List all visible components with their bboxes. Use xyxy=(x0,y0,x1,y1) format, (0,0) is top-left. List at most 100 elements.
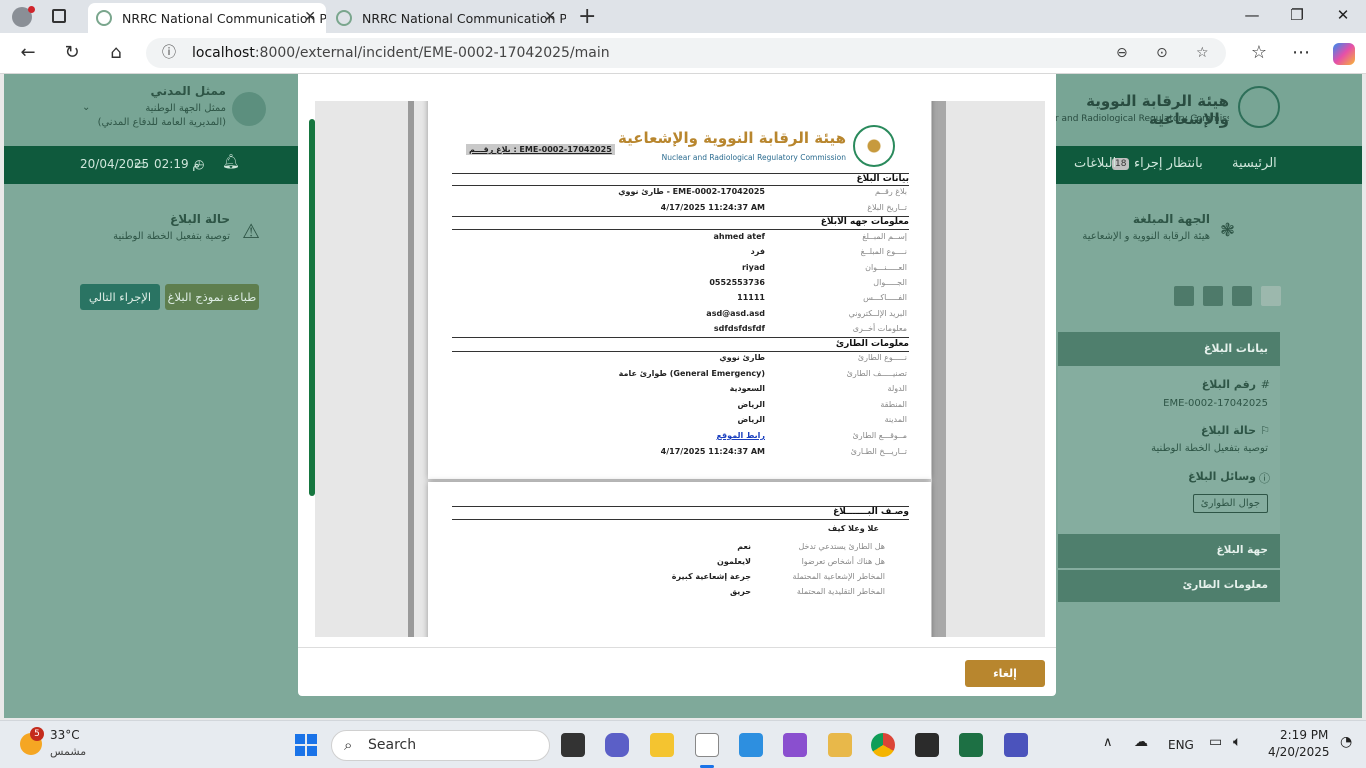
tab-2[interactable]: NRRC National Communication P ✕ xyxy=(328,3,566,33)
report-field-label: تصنيـــــف الطارئ xyxy=(846,368,907,378)
back-icon[interactable]: ← xyxy=(15,42,41,63)
bell-icon[interactable]: 🔔︎ xyxy=(222,154,240,170)
browser-tab-bar: NRRC National Communication P ✕ NRRC Nat… xyxy=(0,0,1366,33)
report-field-label: المخاطر الإشعاعية المحتملة xyxy=(792,572,885,581)
home-icon[interactable]: ⌂ xyxy=(103,42,129,63)
report-status-value: توصية بتفعيل الخطة الوطنية xyxy=(1151,443,1268,454)
refresh-icon[interactable]: ↻ xyxy=(59,42,85,63)
divider xyxy=(452,173,909,174)
site-info-icon[interactable]: ⓘ xyxy=(162,38,176,68)
side-header-text: بيانات البلاغ xyxy=(1203,342,1268,355)
restore-icon[interactable]: ❐ xyxy=(1282,6,1312,24)
report-number-badge: بلاغ رقـــم : EME-0002-17042025 xyxy=(466,144,615,155)
report-field-label: بلاغ رقــم xyxy=(874,187,907,196)
report-field-label: الجـــــوال xyxy=(873,277,907,287)
vscode-icon[interactable] xyxy=(739,733,763,757)
paint-icon[interactable] xyxy=(828,733,852,757)
next-action-button[interactable]: الإجراء التالي xyxy=(80,284,160,310)
more-tools-icon[interactable]: ⊙ xyxy=(1156,38,1168,68)
user-avatar[interactable] xyxy=(232,92,266,126)
report-field-value: طارئ نووي - EME-0002-17042025 xyxy=(618,187,765,196)
page-shadow-right xyxy=(932,101,946,637)
tab-2-title: NRRC National Communication P xyxy=(362,10,566,26)
excel-icon[interactable] xyxy=(959,733,983,757)
report-means-label: وسائل البلاغ xyxy=(1188,470,1256,483)
taskbar-search[interactable]: ⌕ Search xyxy=(331,730,550,761)
clock-time[interactable]: 2:19 PM xyxy=(1280,728,1328,742)
close-tab-icon[interactable]: ✕ xyxy=(544,9,556,25)
help-icon: ⓘ xyxy=(1259,472,1270,485)
report-field-label: تــاريـــخ الطـارئ xyxy=(850,446,907,456)
report-status-label: حالة البلاغ xyxy=(1201,424,1256,437)
nrrc-favicon-icon xyxy=(96,10,112,26)
time-text: 02:19 م xyxy=(154,157,200,171)
favorites-icon[interactable]: ☆ xyxy=(1246,42,1272,63)
view-toggle-doc-icon[interactable] xyxy=(1203,286,1223,306)
report-field-label: البريد الإلــكتروني xyxy=(848,308,907,318)
search-icon: ⌕ xyxy=(344,736,353,754)
report-field-label: معلومات أخــرى xyxy=(852,323,907,333)
flag-icon: ⚐ xyxy=(1260,424,1270,437)
nav-home[interactable]: الرئيسية xyxy=(1232,156,1277,171)
clock-date[interactable]: 4/20/2025 xyxy=(1268,745,1330,759)
meet-icon[interactable] xyxy=(605,733,629,757)
report-field-value: asd@asd.asd xyxy=(706,308,765,318)
notifications-icon[interactable]: ◔ xyxy=(1340,734,1352,750)
zoom-icon[interactable]: ⊖ xyxy=(1116,38,1128,68)
start-icon[interactable] xyxy=(295,734,317,756)
file-explorer-icon[interactable] xyxy=(650,733,674,757)
minimize-icon[interactable]: — xyxy=(1237,6,1267,24)
url-field[interactable]: ⓘ localhost:8000/external/incident/EME-0… xyxy=(146,38,1226,68)
clock-icon: ◷ xyxy=(194,157,205,171)
report-field-value: فرد xyxy=(750,247,765,257)
report-field-label: الدولة xyxy=(887,384,907,394)
report-side-card: بيانات البلاغ رقم البلاغ # EME-0002-1704… xyxy=(1058,332,1280,602)
report-field-value[interactable]: رابط الموقع xyxy=(716,431,765,440)
tray-chevron-icon[interactable]: ∧ xyxy=(1103,735,1113,750)
view-toggle-list-icon[interactable] xyxy=(1174,286,1194,306)
view-toggle-users-icon[interactable] xyxy=(1232,286,1252,306)
display-icon[interactable]: ▭ xyxy=(1209,734,1222,750)
close-window-icon[interactable]: ✕ xyxy=(1328,6,1358,24)
user-org: (المديرية العامة للدفاع المدني) xyxy=(97,117,226,128)
view-toggle-file-icon[interactable] xyxy=(1261,286,1281,306)
chrome-icon[interactable] xyxy=(871,733,895,757)
notepad-icon[interactable] xyxy=(695,733,719,757)
visual-studio-icon[interactable] xyxy=(783,733,807,757)
report-field-label: نــــوع المبلــغ xyxy=(860,247,907,257)
report-field-label: تــاريخ البلاغ xyxy=(867,203,907,212)
calendar-icon: ▭ xyxy=(134,157,146,171)
copilot-icon[interactable] xyxy=(1333,43,1355,65)
report-field-value: ahmed atef xyxy=(713,232,766,241)
emergency-info-row-label: معلومات الطارئ xyxy=(1182,579,1268,591)
menu-icon[interactable]: ⋯ xyxy=(1288,42,1314,63)
tab-actions-icon[interactable] xyxy=(52,9,66,23)
new-tab-icon[interactable]: + xyxy=(578,4,596,29)
volume-icon[interactable]: 🔈︎ xyxy=(1233,734,1241,750)
warning-icon: ⚠ xyxy=(242,219,260,243)
modal-footer-divider xyxy=(298,647,1056,648)
report-field-value: 4/17/2025 11:24:37 AM xyxy=(660,203,765,212)
nav-pending[interactable]: بانتظار إجراء xyxy=(1134,156,1203,171)
terminal-icon[interactable] xyxy=(915,733,939,757)
nrrc-favicon-icon xyxy=(336,10,352,26)
chevron-down-icon[interactable]: ⌄ xyxy=(82,102,90,113)
teams-icon[interactable] xyxy=(1004,733,1028,757)
reporter-subtitle: هيئة الرقابة النووية و الإشعاعية xyxy=(1082,231,1210,242)
report-field-value: 11111 xyxy=(737,293,765,303)
favorite-star-icon[interactable]: ☆ xyxy=(1196,38,1209,68)
print-report-button[interactable]: طباعة نموذج البلاغ xyxy=(165,284,259,310)
network-icon[interactable]: ☁ xyxy=(1134,734,1148,750)
tab-1[interactable]: NRRC National Communication P ✕ xyxy=(88,3,326,33)
section-report-data: بيانات البلاغ xyxy=(856,174,910,184)
cancel-button[interactable]: إلغاء xyxy=(965,660,1045,687)
user-role: ممثل الجهة الوطنية xyxy=(145,103,226,114)
task-view-icon[interactable] xyxy=(561,733,585,757)
print-preview-modal: بلاغ رقـــم : EME-0002-17042025 هيئة الر… xyxy=(298,74,1056,696)
language-indicator[interactable]: ENG xyxy=(1168,738,1194,752)
report-org-en: Nuclear and Radiological Regulatory Comm… xyxy=(661,153,846,162)
report-page-1: بلاغ رقـــم : EME-0002-17042025 هيئة الر… xyxy=(428,101,931,479)
report-number-label: رقم البلاغ xyxy=(1201,378,1256,391)
nav-reports[interactable]: البلاغات xyxy=(1074,156,1116,171)
close-tab-icon[interactable]: ✕ xyxy=(304,9,316,25)
